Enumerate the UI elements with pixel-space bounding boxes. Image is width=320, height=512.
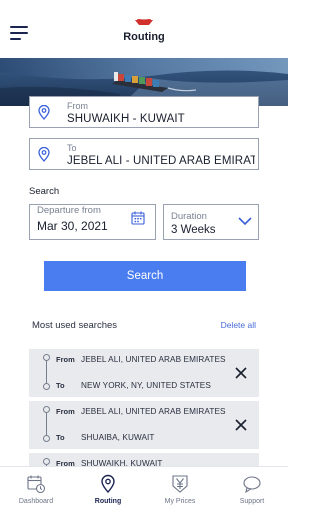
chevron-down-icon	[238, 217, 252, 226]
route-end-dot	[43, 383, 50, 390]
most-used-title: Most used searches	[32, 320, 118, 331]
search-button[interactable]: Search	[44, 261, 246, 291]
list-item[interactable]: From JEBEL ALI, UNITED ARAB EMIRATES To …	[29, 349, 259, 397]
route-to-value: SHUAIBA, KUWAIT	[81, 433, 155, 442]
route-from-key: From	[56, 407, 75, 416]
route-from-value: JEBEL ALI, UNITED ARAB EMIRATES	[81, 355, 226, 364]
duration-select[interactable]: Duration 3 Weeks	[163, 204, 259, 240]
tab-support[interactable]: Support	[216, 467, 288, 512]
origin-value: SHUWAIKH - KUWAIT	[67, 113, 185, 125]
departure-date-field[interactable]: Departure from Mar 30, 2021	[29, 204, 156, 240]
chat-bubble-icon	[243, 476, 261, 494]
location-pin-icon	[38, 105, 50, 120]
route-from-value: JEBEL ALI, UNITED ARAB EMIRATES	[81, 407, 226, 416]
tab-dashboard[interactable]: Dashboard	[0, 467, 72, 512]
route-end-dot	[43, 435, 50, 442]
departure-value: Mar 30, 2021	[37, 219, 108, 233]
route-start-dot	[43, 354, 50, 361]
delete-all-link[interactable]: Delete all	[221, 320, 256, 330]
tab-support-label: Support	[239, 498, 265, 505]
close-icon[interactable]	[235, 419, 247, 431]
bottom-tab-bar: Dashboard Routing My Prices Support	[0, 466, 288, 512]
destination-value: JEBEL ALI - UNITED ARAB EMIRATES	[67, 155, 255, 167]
tab-routing[interactable]: Routing	[72, 467, 144, 512]
list-item[interactable]: From JEBEL ALI, UNITED ARAB EMIRATES To …	[29, 401, 259, 449]
route-start-dot	[43, 458, 50, 465]
tab-routing-label: Routing	[94, 498, 122, 505]
origin-label: From	[67, 101, 88, 111]
close-icon[interactable]	[235, 367, 247, 379]
origin-field[interactable]: From SHUWAIKH - KUWAIT	[29, 96, 259, 128]
route-to-value: NEW YORK, NY, UNITED STATES	[81, 381, 211, 390]
search-section-label: Search	[29, 186, 60, 197]
route-to-key: To	[56, 433, 65, 442]
destination-label: To	[67, 143, 77, 153]
yen-tag-icon	[172, 475, 188, 493]
location-pin-icon	[101, 474, 115, 494]
tab-dashboard-label: Dashboard	[18, 498, 54, 505]
route-to-key: To	[56, 381, 65, 390]
calendar-clock-icon	[27, 475, 46, 494]
tab-my-prices-label: My Prices	[164, 498, 196, 505]
destination-field[interactable]: To JEBEL ALI - UNITED ARAB EMIRATES	[29, 138, 259, 170]
location-pin-icon	[38, 147, 50, 162]
route-from-key: From	[56, 355, 75, 364]
duration-label: Duration	[171, 211, 207, 222]
page-title: Routing	[123, 31, 165, 43]
most-used-header: Most used searches Delete all	[29, 313, 259, 335]
brand-logo	[135, 19, 153, 25]
calendar-icon[interactable]	[131, 211, 145, 225]
app-header: Routing	[0, 0, 288, 58]
route-start-dot	[43, 406, 50, 413]
duration-value: 3 Weeks	[171, 224, 216, 236]
tab-my-prices[interactable]: My Prices	[144, 467, 216, 512]
departure-label: Departure from	[37, 205, 101, 216]
